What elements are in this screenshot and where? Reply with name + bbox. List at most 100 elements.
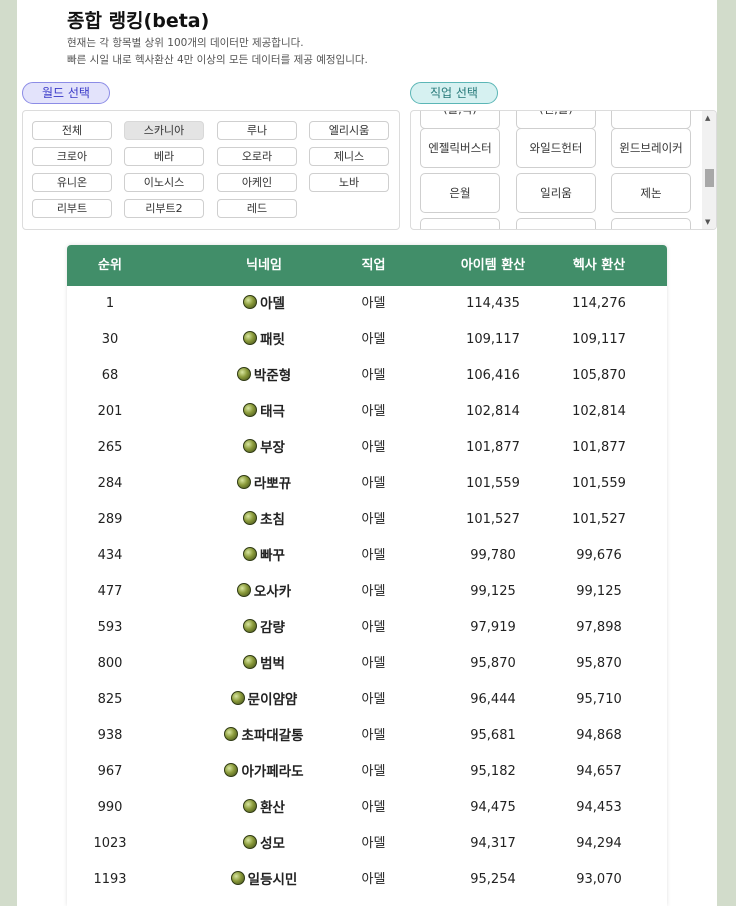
cell-hexa-conversion: 95,710	[529, 682, 667, 718]
header-rank[interactable]: 순위	[67, 245, 153, 286]
nickname-text[interactable]: 아델	[260, 296, 285, 312]
world-button-arcane[interactable]: 아케인	[217, 173, 297, 192]
job-button-wind-breaker[interactable]: 윈드브레이커	[611, 128, 691, 168]
nickname-text[interactable]: 성모	[260, 836, 285, 852]
item-conversion-text: 96,444	[470, 692, 516, 707]
world-button-red[interactable]: 레드	[217, 199, 297, 218]
cell-job: 아델	[327, 862, 420, 898]
header-hexa-conversion[interactable]: 헥사 환산	[529, 245, 667, 286]
table-row[interactable]: 68 박준형 아델 106,416 105,870	[67, 358, 667, 394]
nickname-text[interactable]: 일등시민	[248, 872, 298, 888]
world-filter-box: 전체 스카니아 루나 엘리시움 크로아 베라 오로라 제니스 유니온 이노시스 …	[22, 110, 400, 230]
table-row[interactable]: 477 오사카 아델 99,125 99,125	[67, 574, 667, 610]
character-avatar-icon	[224, 727, 239, 741]
scrollbar-thumb[interactable]	[705, 169, 714, 187]
nickname-text[interactable]: 초파대갈통	[241, 728, 303, 744]
job-text: 아델	[361, 584, 386, 599]
nickname-text[interactable]: 아가페라도	[241, 764, 303, 780]
item-conversion-text: 106,416	[466, 368, 520, 383]
world-button-union[interactable]: 유니온	[32, 173, 112, 192]
table-row[interactable]: 593 감량 아델 97,919 97,898	[67, 610, 667, 646]
nickname-text[interactable]: 범벅	[260, 656, 285, 672]
character-avatar-icon	[236, 475, 251, 489]
hexa-conversion-text: 97,898	[576, 620, 622, 635]
table-row[interactable]: 289 초침 아델 101,527 101,527	[67, 502, 667, 538]
table-row[interactable]: 265 부장 아델 101,877 101,877	[67, 430, 667, 466]
nickname-text[interactable]: 오사카	[254, 584, 291, 600]
job-text: 아델	[361, 548, 386, 563]
job-button-next-row-1[interactable]	[420, 218, 500, 229]
table-row[interactable]: 1193 일등시민 아델 95,254 93,070	[67, 862, 667, 898]
table-row[interactable]: 800 범벅 아델 95,870 95,870	[67, 646, 667, 682]
job-button-eunwol[interactable]: 은월	[420, 173, 500, 213]
table-row[interactable]: 1023 성모 아델 94,317 94,294	[67, 826, 667, 862]
nickname-text[interactable]: 환산	[260, 800, 285, 816]
cell-rank: 265	[67, 430, 153, 466]
world-button-luna[interactable]: 루나	[217, 121, 297, 140]
table-row[interactable]: 938 초파대갈통 아델 95,681 94,868	[67, 718, 667, 754]
character-avatar-icon	[243, 835, 258, 849]
world-button-scania[interactable]: 스카니아	[124, 121, 204, 140]
world-button-elysium[interactable]: 엘리시움	[309, 121, 389, 140]
world-button-nova[interactable]: 노바	[309, 173, 389, 192]
job-filter-box: (불,독) (썬,콜) 엔젤릭버스터 와일드헌터 윈드브레이커 은월 일리움 제…	[410, 110, 717, 230]
cell-rank: 593	[67, 610, 153, 646]
job-button-next-row-3[interactable]	[611, 218, 691, 229]
job-list-scrollbar[interactable]: ▲ ▼	[702, 111, 716, 229]
job-button-wild-hunter[interactable]: 와일드헌터	[516, 128, 596, 168]
world-button-reboot2[interactable]: 리부트2	[124, 199, 204, 218]
job-button-angelic-buster[interactable]: 엔젤릭버스터	[420, 128, 500, 168]
cell-rank: 967	[67, 754, 153, 790]
world-button-croa[interactable]: 크로아	[32, 147, 112, 166]
cell-job: 아델	[327, 826, 420, 862]
cell-hexa-conversion: 105,870	[529, 358, 667, 394]
world-button-zenith[interactable]: 제니스	[309, 147, 389, 166]
nickname-text[interactable]: 감량	[260, 620, 285, 636]
scroll-up-arrow-icon[interactable]: ▲	[705, 114, 710, 122]
nickname-text[interactable]: 박준형	[254, 368, 291, 384]
table-row[interactable]: 434 빠꾸 아델 99,780 99,676	[67, 538, 667, 574]
job-button-top-right[interactable]	[611, 111, 691, 129]
cell-hexa-conversion: 109,117	[529, 322, 667, 358]
nickname-text[interactable]: 부장	[260, 440, 285, 456]
character-avatar-icon	[243, 511, 258, 525]
table-row[interactable]: 30 패릿 아델 109,117 109,117	[67, 322, 667, 358]
table-row[interactable]: 201 태극 아델 102,814 102,814	[67, 394, 667, 430]
table-row[interactable]: 825 문이얌얌 아델 96,444 95,710	[67, 682, 667, 718]
hexa-conversion-text: 101,527	[572, 512, 626, 527]
nickname-text[interactable]: 라뽀뀨	[254, 476, 291, 492]
nickname-text[interactable]: 태극	[260, 404, 285, 420]
nickname-text[interactable]: 문이얌얌	[248, 692, 298, 708]
hexa-conversion-text: 95,870	[576, 656, 622, 671]
hexa-conversion-text: 102,814	[572, 404, 626, 419]
nickname-text[interactable]: 빠꾸	[260, 548, 285, 564]
cell-rank: 1193	[67, 862, 153, 898]
hexa-conversion-text: 101,559	[572, 476, 626, 491]
job-button-illium[interactable]: 일리움	[516, 173, 596, 213]
job-text: 아델	[361, 404, 386, 419]
scroll-down-arrow-icon[interactable]: ▼	[705, 218, 710, 226]
table-row[interactable]: 284 라뽀뀨 아델 101,559 101,559	[67, 466, 667, 502]
character-avatar-icon	[243, 655, 258, 669]
item-conversion-text: 99,125	[470, 584, 516, 599]
job-button-fp[interactable]: (불,독)	[420, 111, 500, 129]
job-button-il[interactable]: (썬,콜)	[516, 111, 596, 129]
world-button-aurora[interactable]: 오로라	[217, 147, 297, 166]
job-button-next-row-2[interactable]	[516, 218, 596, 229]
cell-hexa-conversion: 94,294	[529, 826, 667, 862]
cell-rank: 990	[67, 790, 153, 826]
nickname-text[interactable]: 초침	[260, 512, 285, 528]
job-button-xenon[interactable]: 제논	[611, 173, 691, 213]
table-row[interactable]: 967 아가페라도 아델 95,182 94,657	[67, 754, 667, 790]
table-row[interactable]: 990 환산 아델 94,475 94,453	[67, 790, 667, 826]
nickname-text[interactable]: 패릿	[260, 332, 285, 348]
world-button-enosis[interactable]: 이노시스	[124, 173, 204, 192]
world-button-bera[interactable]: 베라	[124, 147, 204, 166]
hexa-conversion-text: 109,117	[572, 332, 626, 347]
header-job[interactable]: 직업	[327, 245, 420, 286]
world-button-reboot[interactable]: 리부트	[32, 199, 112, 218]
table-row[interactable]: 1 아델 아델 114,435 114,276	[67, 286, 667, 322]
rank-text: 477	[97, 584, 123, 599]
character-avatar-icon	[243, 547, 258, 561]
world-button-all[interactable]: 전체	[32, 121, 112, 140]
